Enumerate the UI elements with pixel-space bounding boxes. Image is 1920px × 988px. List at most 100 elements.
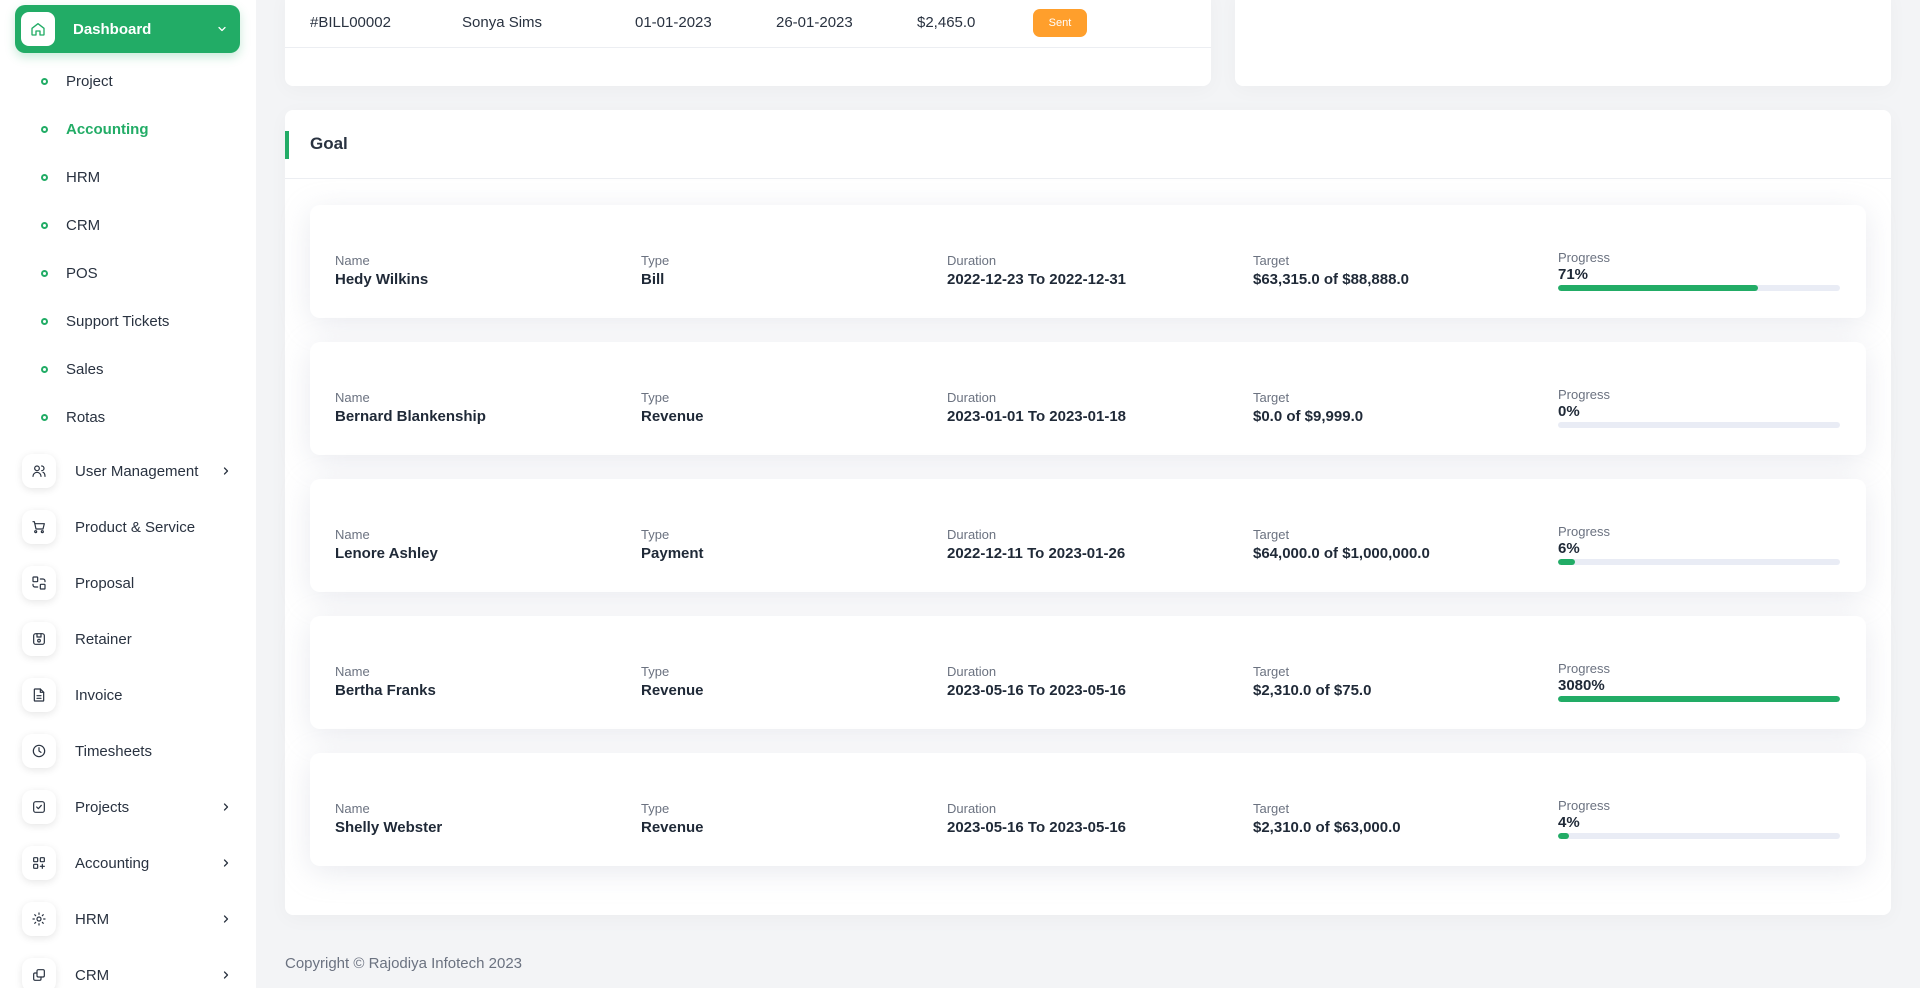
goal-name: Shelly Webster bbox=[335, 819, 443, 836]
goal-duration: 2023-05-16 To 2023-05-16 bbox=[947, 682, 1127, 699]
goal-type: Payment bbox=[641, 545, 704, 562]
goal-name: Bernard Blankenship bbox=[335, 408, 486, 425]
sidebar-item-label: Dashboard bbox=[73, 20, 152, 38]
sidebar-subitem-pos[interactable]: POS bbox=[39, 258, 239, 288]
sidebar-item-label: HRM bbox=[75, 910, 110, 928]
field-caption: Duration bbox=[947, 664, 997, 679]
sidebar-item-label: Invoice bbox=[75, 686, 123, 704]
field-caption: Type bbox=[641, 390, 670, 405]
progress-track bbox=[1558, 422, 1840, 428]
field-caption: Type bbox=[641, 253, 670, 268]
sidebar-item-projects[interactable]: Projects bbox=[22, 787, 234, 827]
sidebar-item-timesheets[interactable]: Timesheets bbox=[22, 731, 234, 771]
progress-track bbox=[1558, 696, 1840, 702]
sidebar-item-retainer[interactable]: Retainer bbox=[22, 619, 234, 659]
goal-type: Revenue bbox=[641, 408, 704, 425]
sidebar-item-dashboard[interactable]: Dashboard bbox=[15, 5, 240, 53]
bill-amount: $2,465.0 bbox=[917, 14, 976, 31]
progress-track bbox=[1558, 833, 1840, 839]
checkbox-icon bbox=[22, 790, 56, 824]
crm-icon bbox=[22, 958, 56, 988]
goal-target-field: Target $64,000.0 of $1,000,000.0 bbox=[1253, 527, 1430, 562]
sidebar-item-accounting[interactable]: Accounting bbox=[22, 843, 234, 883]
goal-item: Name Bernard Blankenship Type Revenue Du… bbox=[310, 342, 1866, 455]
header-accent-bar bbox=[285, 131, 289, 159]
clock-icon bbox=[22, 734, 56, 768]
bill-due-date: 26-01-2023 bbox=[776, 14, 853, 31]
sidebar-item-crm[interactable]: CRM bbox=[22, 955, 234, 988]
sidebar-item-label: User Management bbox=[75, 462, 199, 480]
sidebar-subitem-label: HRM bbox=[66, 168, 101, 186]
goal-progress-text: 0% bbox=[1558, 403, 1580, 420]
field-caption: Name bbox=[335, 664, 370, 679]
sidebar-subitem-crm[interactable]: CRM bbox=[39, 210, 239, 240]
bills-card: #BILL00002 Sonya Sims 01-01-2023 26-01-2… bbox=[285, 0, 1211, 86]
goal-name: Bertha Franks bbox=[335, 682, 436, 699]
sidebar-subitem-support-tickets[interactable]: Support Tickets bbox=[39, 306, 239, 336]
goal-card: Goal Name Hedy Wilkins Type Bill Duratio… bbox=[285, 110, 1891, 915]
proposal-icon bbox=[22, 566, 56, 600]
goal-item: Name Hedy Wilkins Type Bill Duration 202… bbox=[310, 205, 1866, 318]
field-caption: Progress bbox=[1558, 387, 1611, 402]
bullet-icon bbox=[41, 413, 48, 421]
goal-target: $63,315.0 of $88,888.0 bbox=[1253, 271, 1409, 288]
chevron-right-icon bbox=[220, 801, 232, 813]
chevron-right-icon bbox=[220, 969, 232, 981]
goal-progress: Progress 3080% bbox=[1558, 661, 1840, 702]
invoice-icon bbox=[22, 678, 56, 712]
goal-target: $2,310.0 of $75.0 bbox=[1253, 682, 1372, 699]
goal-target: $0.0 of $9,999.0 bbox=[1253, 408, 1364, 425]
chevron-down-icon bbox=[216, 23, 228, 35]
sidebar-subitem-label: POS bbox=[66, 264, 98, 282]
field-caption: Progress bbox=[1558, 250, 1611, 265]
sidebar-subitem-project[interactable]: Project bbox=[39, 66, 239, 96]
goal-header: Goal bbox=[285, 110, 1891, 179]
goal-item: Name Shelly Webster Type Revenue Duratio… bbox=[310, 753, 1866, 866]
field-caption: Duration bbox=[947, 801, 997, 816]
goal-progress: Progress 4% bbox=[1558, 798, 1840, 839]
users-icon bbox=[22, 454, 56, 488]
goal-type: Revenue bbox=[641, 819, 704, 836]
sidebar-subitem-accounting[interactable]: Accounting bbox=[39, 114, 239, 144]
progress-fill bbox=[1558, 833, 1570, 839]
goal-name: Hedy Wilkins bbox=[335, 271, 429, 288]
sidebar-item-product-service[interactable]: Product & Service bbox=[22, 507, 234, 547]
sidebar-item-proposal[interactable]: Proposal bbox=[22, 563, 234, 603]
goal-name: Lenore Ashley bbox=[335, 545, 438, 562]
goal-type: Revenue bbox=[641, 682, 704, 699]
table-row[interactable]: #BILL00002 Sonya Sims 01-01-2023 26-01-2… bbox=[285, 0, 1211, 48]
bullet-icon bbox=[41, 317, 48, 325]
goal-target: $2,310.0 of $63,000.0 bbox=[1253, 819, 1401, 836]
goal-title: Goal bbox=[310, 134, 348, 153]
sidebar-subitem-label: Support Tickets bbox=[66, 312, 170, 330]
sidebar: Dashboard Project Accounting HRM CRM POS… bbox=[0, 0, 256, 988]
progress-track bbox=[1558, 559, 1840, 565]
sidebar-subitem-label: Sales bbox=[66, 360, 104, 378]
goal-progress-text: 3080% bbox=[1558, 677, 1605, 694]
goal-duration-field: Duration 2023-05-16 To 2023-05-16 bbox=[947, 801, 1126, 836]
retainer-icon bbox=[22, 622, 56, 656]
sidebar-subitem-label: Rotas bbox=[66, 408, 106, 426]
goal-name-field: Name Lenore Ashley bbox=[335, 527, 438, 562]
field-caption: Target bbox=[1253, 527, 1290, 542]
bill-number[interactable]: #BILL00002 bbox=[310, 14, 391, 31]
field-caption: Name bbox=[335, 527, 370, 542]
sidebar-item-invoice[interactable]: Invoice bbox=[22, 675, 234, 715]
sidebar-subitem-rotas[interactable]: Rotas bbox=[39, 402, 239, 432]
sidebar-subitem-sales[interactable]: Sales bbox=[39, 354, 239, 384]
bullet-icon bbox=[41, 269, 48, 277]
goal-name-field: Name Bertha Franks bbox=[335, 664, 436, 699]
goal-type: Bill bbox=[641, 271, 665, 288]
bullet-icon bbox=[41, 77, 48, 85]
field-caption: Duration bbox=[947, 527, 997, 542]
goal-target: $64,000.0 of $1,000,000.0 bbox=[1253, 545, 1430, 562]
sidebar-item-label: Timesheets bbox=[75, 742, 152, 760]
sidebar-subitem-hrm[interactable]: HRM bbox=[39, 162, 239, 192]
goal-target-field: Target $2,310.0 of $63,000.0 bbox=[1253, 801, 1401, 836]
bullet-icon bbox=[41, 125, 48, 133]
goal-progress: Progress 71% bbox=[1558, 250, 1840, 291]
sidebar-item-label: Projects bbox=[75, 798, 130, 816]
sidebar-item-hrm[interactable]: HRM bbox=[22, 899, 234, 939]
goal-duration-field: Duration 2022-12-23 To 2022-12-31 bbox=[947, 253, 1126, 288]
sidebar-item-user-management[interactable]: User Management bbox=[22, 451, 234, 491]
